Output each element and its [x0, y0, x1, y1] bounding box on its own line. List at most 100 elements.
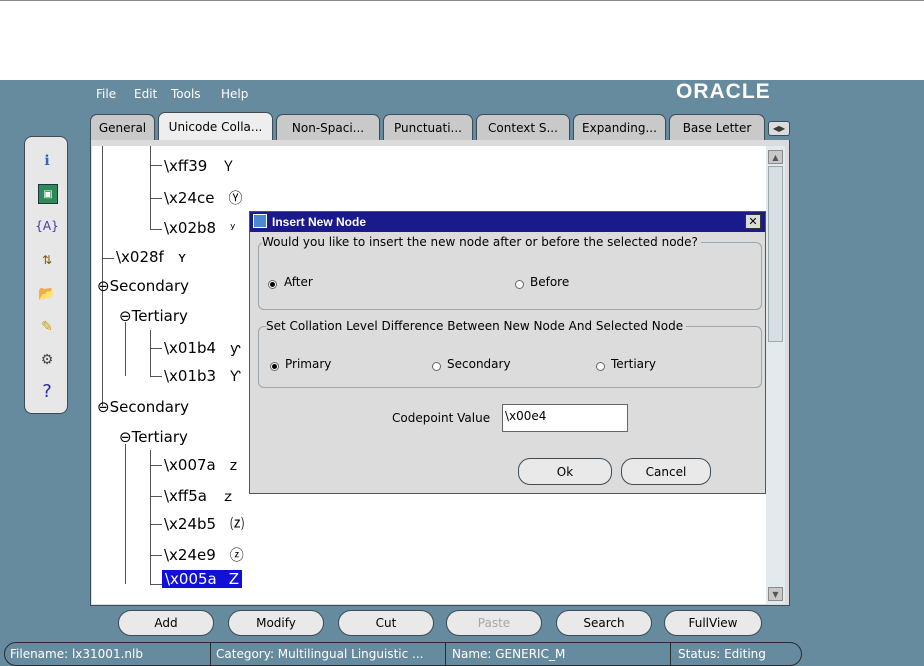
tertiary-label: Tertiary: [611, 357, 657, 371]
tree-line: [150, 165, 162, 166]
tree-line: [125, 322, 126, 376]
tertiary-radio[interactable]: [596, 360, 605, 374]
scroll-up-icon[interactable]: ▲: [768, 150, 783, 164]
tree-line: [150, 450, 151, 584]
tree-node[interactable]: \x01b3 Ƴ: [164, 367, 241, 385]
search-button[interactable]: Search: [556, 610, 652, 636]
node-code: \x24ce: [164, 189, 215, 207]
tree-line: [102, 146, 103, 406]
node-code: \x005a: [165, 570, 217, 588]
status-divider: [445, 643, 446, 665]
selected-node-text: \x005a Z: [162, 570, 243, 588]
radio-selected-icon[interactable]: [270, 362, 279, 371]
info-icon[interactable]: ℹ: [38, 152, 56, 170]
tab-general[interactable]: General: [90, 114, 155, 140]
menu-help[interactable]: Help: [221, 87, 248, 101]
node-char: ｚ: [221, 489, 236, 505]
tree-line: [150, 465, 162, 466]
tab-unicode-collation[interactable]: Unicode Colla...: [158, 112, 273, 140]
scroll-down-icon[interactable]: ▼: [768, 587, 783, 601]
image-icon[interactable]: ▣: [38, 184, 58, 204]
tree-node[interactable]: \x24b5 ⒵: [164, 514, 244, 534]
tab-scroll-arrows-icon[interactable]: ◀▶: [768, 121, 790, 136]
codepoint-input[interactable]: \x00e4: [502, 404, 628, 432]
modify-button[interactable]: Modify: [228, 610, 324, 636]
tree-node[interactable]: \xff39 Ｙ: [164, 156, 235, 176]
tab-punctuation[interactable]: Punctuati...: [383, 114, 473, 140]
oracle-logo: ORACLE: [676, 80, 771, 103]
dialog-title-bar[interactable]: Insert New Node: [250, 212, 765, 232]
open-folder-icon[interactable]: 📂: [38, 285, 56, 303]
node-code: \xff39: [164, 157, 208, 175]
node-code: \xff5a: [164, 487, 208, 505]
tab-non-spacing[interactable]: Non-Spaci...: [276, 114, 380, 140]
node-char: ⓩ: [229, 548, 244, 564]
tree-node[interactable]: \x24ce Ⓨ: [164, 188, 243, 208]
node-char: ⒵: [230, 517, 245, 533]
tree-node[interactable]: \x24e9 ⓩ: [164, 545, 244, 565]
node-label: Tertiary: [131, 307, 188, 325]
insert-position-question: Would you like to insert the new node af…: [262, 235, 701, 249]
before-radio[interactable]: [515, 278, 524, 292]
paste-button[interactable]: Paste: [446, 610, 542, 636]
radio-selected-icon[interactable]: [268, 280, 277, 289]
menu-file[interactable]: File: [96, 87, 116, 101]
help-icon[interactable]: ?: [38, 381, 56, 402]
after-label: After: [284, 275, 313, 289]
tree-line: [150, 348, 162, 349]
collation-level-question: Set Collation Level Difference Between N…: [266, 319, 687, 333]
node-char: Ｙ: [221, 159, 236, 175]
status-name: Name: GENERIC_M: [452, 647, 566, 661]
collapse-icon[interactable]: ⊖: [119, 428, 132, 446]
settings-icon[interactable]: ⚙: [38, 351, 56, 369]
tree-node-tertiary[interactable]: ⊖Tertiary: [119, 428, 188, 446]
node-code: \x01b4: [164, 339, 217, 357]
dialog-title: Insert New Node: [272, 215, 367, 229]
tree-node[interactable]: \x028f ʏ: [116, 248, 186, 266]
primary-radio[interactable]: [270, 360, 279, 374]
tree-line: [150, 376, 162, 377]
collapse-icon[interactable]: ⊖: [119, 307, 132, 325]
ok-button[interactable]: Ok: [518, 458, 612, 485]
tab-base-letter[interactable]: Base Letter: [669, 114, 765, 140]
tree-line: [150, 198, 162, 199]
before-label: Before: [530, 275, 570, 289]
tree-node[interactable]: \x02b8 ʸ: [164, 219, 235, 237]
menu-tools[interactable]: Tools: [171, 87, 201, 101]
menu-edit[interactable]: Edit: [134, 87, 157, 101]
close-icon[interactable]: ✕: [745, 214, 761, 229]
node-char: z: [229, 458, 238, 474]
radio-unselected-icon[interactable]: [515, 280, 524, 289]
status-filename: Filename: lx31001.nlb: [10, 647, 143, 661]
codepoint-label: Codepoint Value: [392, 411, 491, 425]
secondary-radio[interactable]: [432, 360, 441, 374]
radio-unselected-icon[interactable]: [596, 362, 605, 371]
tree-node-secondary[interactable]: ⊖Secondary: [97, 398, 189, 416]
tree-node[interactable]: \x01b4 ƴ: [164, 339, 240, 357]
tab-context-sensitive[interactable]: Context S...: [476, 114, 570, 140]
cancel-button[interactable]: Cancel: [621, 458, 711, 485]
sort-icon[interactable]: ⇅: [38, 251, 56, 269]
tree-node[interactable]: \x007a z: [164, 456, 237, 474]
tree-node[interactable]: \xff5a ｚ: [164, 486, 235, 506]
radio-unselected-icon[interactable]: [432, 362, 441, 371]
insert-position-group: [258, 242, 762, 310]
add-button[interactable]: Add: [118, 610, 214, 636]
node-char: ʏ: [177, 250, 187, 266]
tree-line: [150, 229, 162, 230]
collapse-icon[interactable]: ⊖: [97, 277, 110, 295]
edit-note-icon[interactable]: ✎: [38, 318, 56, 336]
after-radio[interactable]: [268, 278, 277, 292]
tree-line: [125, 444, 126, 584]
collapse-icon[interactable]: ⊖: [97, 398, 110, 416]
scroll-thumb[interactable]: [768, 166, 783, 342]
fullview-button[interactable]: FullView: [664, 610, 762, 636]
cut-button[interactable]: Cut: [338, 610, 434, 636]
status-state: Status: Editing: [678, 647, 766, 661]
tree-node-selected[interactable]: \x005a Z: [162, 570, 243, 588]
node-char: ʸ: [230, 221, 236, 237]
variable-icon[interactable]: {A}: [35, 217, 58, 235]
tree-node-tertiary[interactable]: ⊖Tertiary: [119, 307, 188, 325]
tree-node-secondary[interactable]: ⊖Secondary: [97, 277, 189, 295]
tab-expanding[interactable]: Expanding...: [573, 114, 666, 140]
